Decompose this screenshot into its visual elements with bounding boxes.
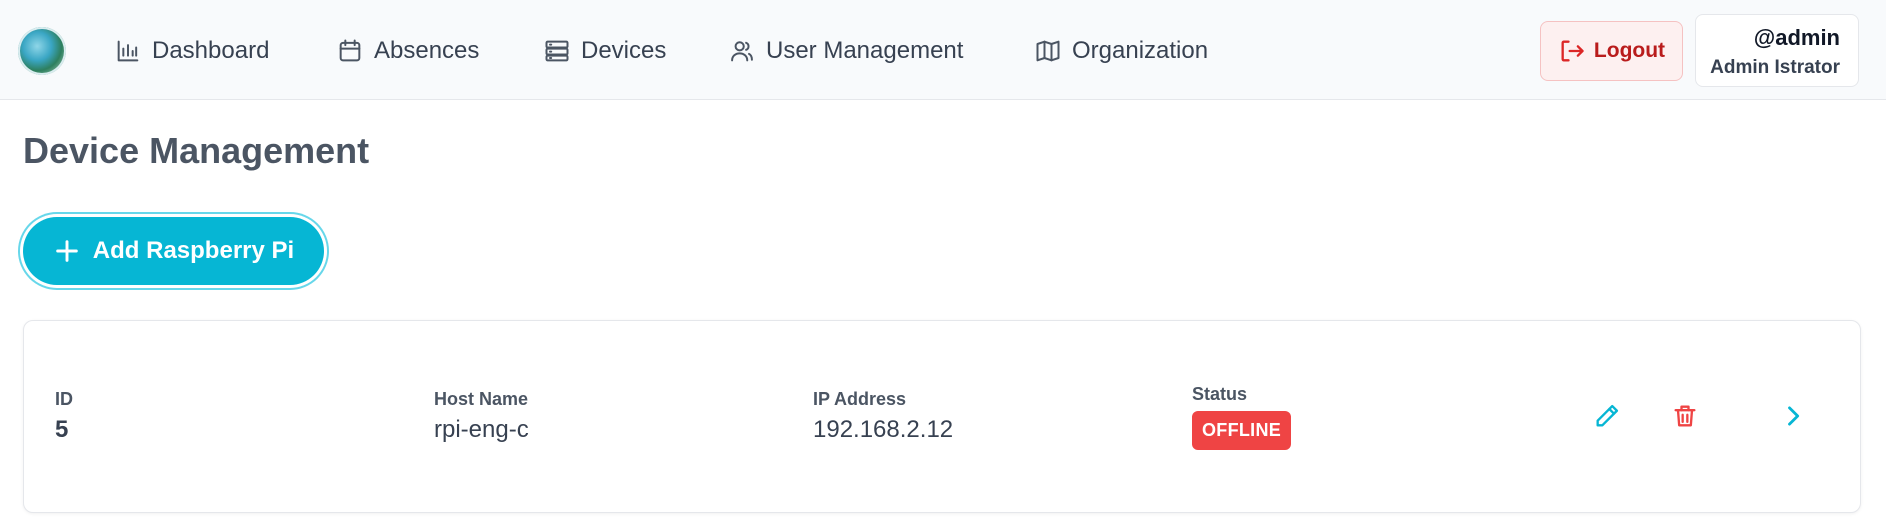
logout-button[interactable]: Logout [1540,21,1683,81]
device-status-field: Status OFFLINE [1192,384,1292,450]
map-icon [1036,40,1060,62]
nav-item-label: User Management [766,37,964,64]
delete-device-button[interactable] [1667,398,1703,434]
nav-item-label: Dashboard [152,37,270,64]
status-badge: OFFLINE [1192,411,1292,450]
device-id-value: 5 [55,416,69,443]
users-icon [731,41,753,62]
top-navigation-bar: Dashboard Absences Devices User Manageme… [0,0,1886,100]
user-handle: @admin [1753,25,1840,50]
device-status-label: Status [1192,384,1248,404]
user-full-name: Admin Istrator [1710,57,1840,78]
logout-label: Logout [1593,39,1666,62]
server-icon [545,40,569,62]
device-ip-field: IP Address 192.168.2.12 [813,389,953,444]
device-host-label: Host Name [434,389,529,409]
device-id-field: ID 5 [55,389,73,444]
device-card: ID 5 Host Name rpi-eng-c IP Address 192.… [23,320,1861,513]
bar-chart-icon [117,40,139,62]
add-raspberry-pi-button[interactable]: Add Raspberry Pi [23,217,324,285]
device-ip-label: IP Address [813,389,907,409]
app-logo[interactable] [18,27,66,75]
add-button-label: Add Raspberry Pi [92,237,295,264]
nav-item-absences[interactable]: Absences [336,30,479,72]
device-details-button[interactable] [1775,398,1811,434]
chevron-right-icon [1788,406,1800,426]
nav-item-devices[interactable]: Devices [543,30,666,72]
user-profile-card[interactable]: @admin Admin Istrator [1695,14,1859,87]
nav-item-label: Absences [374,37,480,64]
trash-icon [1674,405,1696,427]
plus-icon [56,240,78,262]
nav-item-organization[interactable]: Organization [1034,30,1208,72]
device-ip-value: 192.168.2.12 [813,416,954,443]
pencil-icon [1596,404,1619,427]
device-id-label: ID [55,389,73,409]
logout-icon [1561,40,1584,62]
device-host-field: Host Name rpi-eng-c [434,389,529,444]
nav-item-dashboard[interactable]: Dashboard [114,30,269,72]
edit-device-button[interactable] [1589,398,1625,434]
nav-item-user-management[interactable]: User Management [728,30,963,72]
device-host-value: rpi-eng-c [434,416,529,443]
nav-item-label: Organization [1072,37,1209,64]
calendar-icon [339,39,361,62]
nav-item-label: Devices [581,37,667,64]
page-title: Device Management [23,130,370,171]
